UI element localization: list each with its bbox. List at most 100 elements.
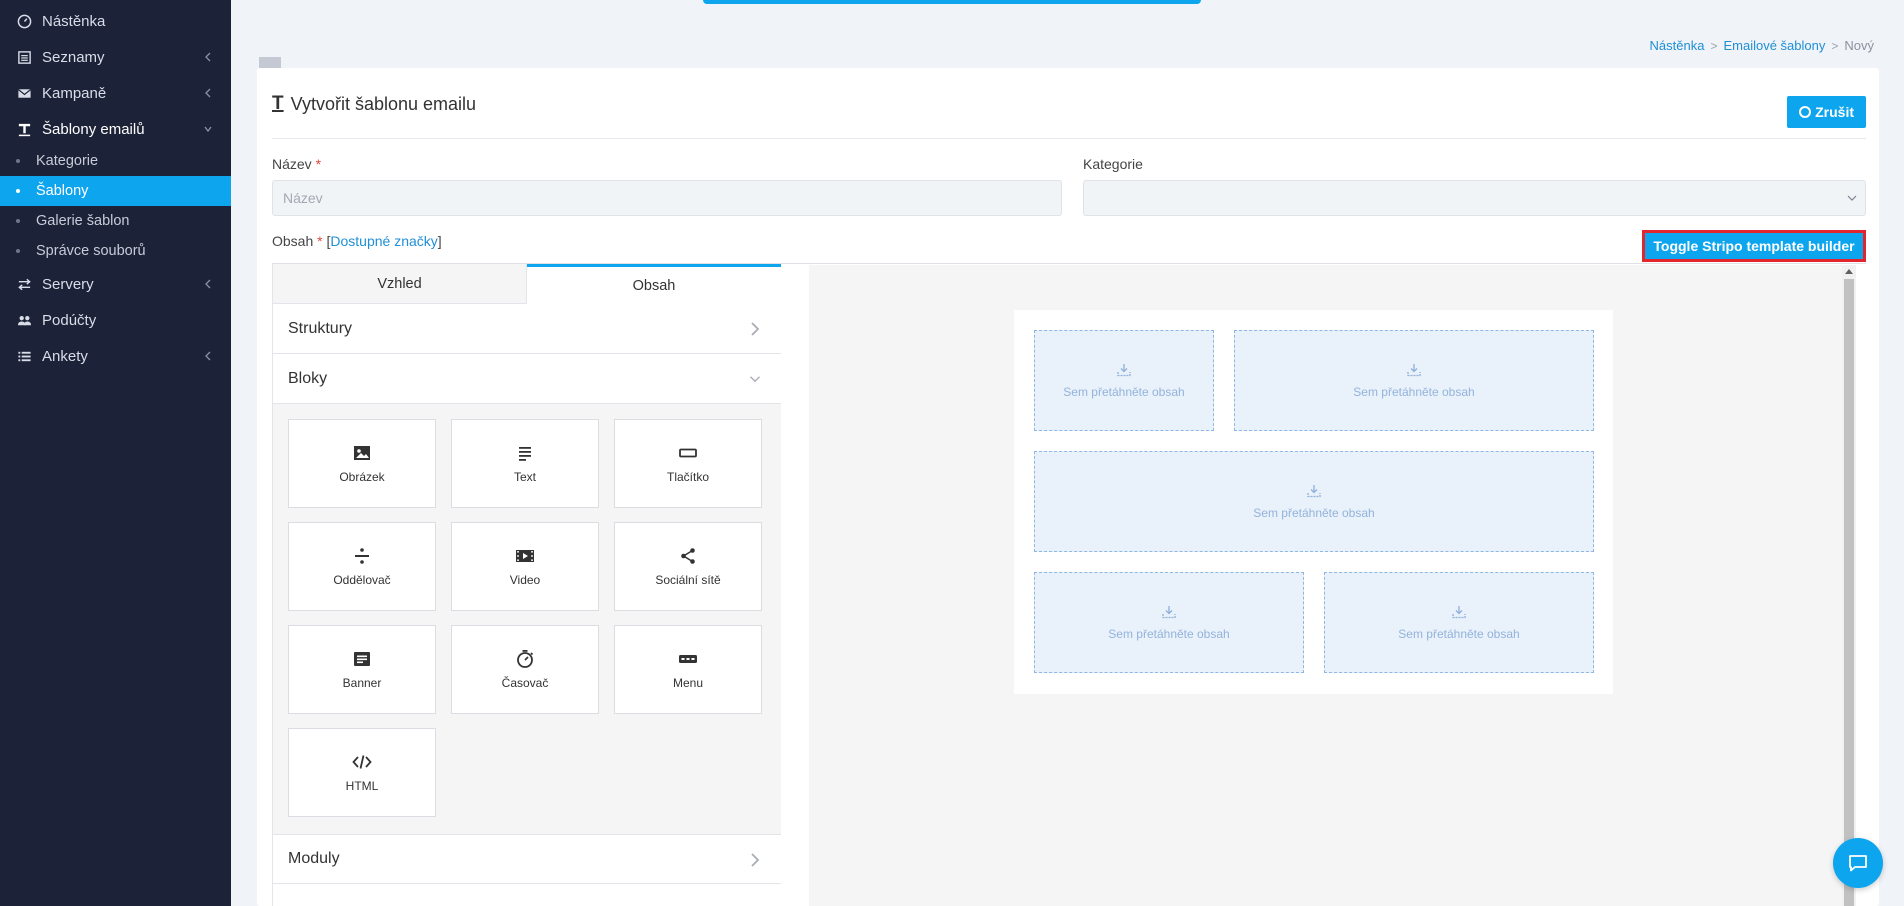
divider-icon — [355, 548, 369, 564]
sidebar-item-campaigns[interactable]: Kampaně — [0, 78, 231, 108]
dashboard-icon — [16, 13, 32, 29]
chevron-left-icon — [205, 279, 211, 289]
download-icon — [1117, 363, 1131, 376]
sidebar-item-dashboard[interactable]: Nástěnka — [0, 6, 231, 36]
drop-zone-label: Sem přetáhněte obsah — [1353, 384, 1475, 399]
sidebar-item-label: Kampaně — [42, 84, 107, 102]
section-label: Bloky — [288, 369, 328, 387]
page-title: T Vytvořit šablonu emailu — [272, 93, 476, 115]
category-label: Kategorie — [1083, 156, 1143, 172]
sidebar-item-label: Nástěnka — [42, 12, 106, 30]
available-tags-link[interactable]: Dostupné značky — [330, 233, 437, 249]
cancel-circle-icon — [1799, 106, 1812, 118]
sidebar-item-lists[interactable]: Seznamy — [0, 42, 231, 72]
drop-zone[interactable]: Sem přetáhněte obsah — [1034, 330, 1214, 431]
block-timer[interactable]: Časovač — [451, 625, 599, 714]
timer-icon — [517, 650, 534, 668]
block-label: Menu — [672, 676, 704, 690]
chevron-down-icon — [750, 376, 760, 383]
block-label: Oddělovač — [333, 573, 391, 587]
download-icon — [1407, 363, 1421, 376]
download-icon — [1452, 605, 1466, 618]
share-icon — [681, 548, 695, 564]
block-banner[interactable]: Banner — [288, 625, 436, 714]
block-label: Sociální sítě — [655, 573, 721, 587]
sidebar-subitem-template-gallery[interactable]: Galerie šablon — [0, 206, 231, 236]
text-format-icon — [16, 121, 32, 137]
drop-zone-label: Sem přetáhněte obsah — [1108, 626, 1230, 641]
drop-zone-label: Sem přetáhněte obsah — [1063, 384, 1185, 399]
email-template-preview: Sem přetáhněte obsah Sem přetáhněte obsa… — [1014, 310, 1613, 694]
banner-icon — [354, 652, 370, 666]
canvas-scrollbar[interactable] — [1842, 265, 1856, 906]
sidebar-item-polls[interactable]: Ankety — [0, 341, 231, 371]
editor-tabs: Vzhled Obsah — [273, 264, 781, 304]
cancel-button-label: Zrušit — [1815, 104, 1854, 120]
block-label: Tlačítko — [666, 470, 709, 484]
drop-zone[interactable]: Sem přetáhněte obsah — [1034, 572, 1304, 673]
block-label: Obrázek — [339, 470, 385, 484]
tab-content[interactable]: Obsah — [527, 264, 781, 304]
sidebar-item-label: Podúčty — [42, 311, 97, 329]
chevron-down-icon — [1847, 195, 1857, 201]
name-input[interactable] — [272, 180, 1062, 216]
sidebar-subitem-categories[interactable]: Kategorie — [0, 146, 231, 176]
list-icon — [16, 49, 32, 65]
breadcrumb-item-email-templates[interactable]: Emailové šablony — [1723, 38, 1825, 53]
block-social[interactable]: Sociální sítě — [614, 522, 762, 611]
download-icon — [1307, 484, 1321, 497]
sidebar-item-servers[interactable]: Servery — [0, 269, 231, 299]
drop-zone[interactable]: Sem přetáhněte obsah — [1324, 572, 1594, 673]
sidebar-item-label: Servery — [42, 275, 94, 293]
toggle-stripo-builder-button[interactable]: Toggle Stripo template builder — [1642, 230, 1866, 262]
sidebar-item-subaccounts[interactable]: Podúčty — [0, 305, 231, 335]
block-menu[interactable]: Menu — [614, 625, 762, 714]
breadcrumb: Nástěnka > Emailové šablony > Nový — [1650, 38, 1874, 53]
block-video[interactable]: Video — [451, 522, 599, 611]
download-icon — [1162, 605, 1176, 618]
bracket-close: ] — [437, 233, 442, 249]
block-image[interactable]: Obrázek — [288, 419, 436, 508]
cancel-button[interactable]: Zrušit — [1787, 96, 1866, 128]
text-format-icon: T — [272, 93, 284, 114]
required-mark: * — [317, 233, 323, 249]
block-text[interactable]: Text — [451, 419, 599, 508]
exchange-icon — [16, 276, 32, 292]
required-mark: * — [315, 156, 322, 172]
category-select[interactable] — [1083, 180, 1866, 216]
sidebar-subitem-templates[interactable]: Šablony — [0, 176, 231, 206]
breadcrumb-item-dashboard[interactable]: Nástěnka — [1650, 38, 1705, 53]
drop-zone-label: Sem přetáhněte obsah — [1398, 626, 1520, 641]
chat-button[interactable] — [1833, 838, 1883, 888]
section-modules[interactable]: Moduly — [273, 834, 781, 884]
email-canvas: Sem přetáhněte obsah Sem přetáhněte obsa… — [809, 265, 1856, 906]
tab-appearance[interactable]: Vzhled — [273, 264, 527, 304]
sidebar-subitem-file-manager[interactable]: Správce souborů — [0, 236, 231, 266]
scrollbar-thumb[interactable] — [1844, 279, 1854, 906]
block-html[interactable]: HTML — [288, 728, 436, 817]
template-form-card: T Vytvořit šablonu emailu Zrušit Název *… — [257, 68, 1879, 906]
chevron-left-icon — [205, 88, 211, 98]
section-blocks[interactable]: Bloky — [273, 354, 781, 404]
text-icon — [519, 447, 531, 461]
name-label: Název * — [272, 156, 321, 172]
block-button[interactable]: Tlačítko — [614, 419, 762, 508]
drop-zone[interactable]: Sem přetáhněte obsah — [1234, 330, 1594, 431]
sidebar: Nástěnka Seznamy Kampaně Šablony emailů … — [0, 0, 231, 906]
bullet-icon — [16, 249, 20, 253]
sidebar-item-label: Ankety — [42, 347, 88, 365]
sidebar-item-label: Šablony emailů — [42, 120, 145, 138]
section-label: Struktury — [288, 319, 353, 337]
block-label: Banner — [342, 676, 382, 690]
chat-icon — [1849, 855, 1867, 872]
block-divider[interactable]: Oddělovač — [288, 522, 436, 611]
users-icon — [16, 312, 32, 328]
section-structures[interactable]: Struktury — [273, 304, 781, 354]
drop-zone[interactable]: Sem přetáhněte obsah — [1034, 451, 1594, 552]
sidebar-item-email-templates[interactable]: Šablony emailů — [0, 114, 231, 144]
sidebar-item-label: Seznamy — [42, 48, 105, 66]
editor-side-panel: Vzhled Obsah Struktury Bloky Obrázek Tex… — [272, 264, 781, 906]
sidebar-subitem-label: Kategorie — [36, 153, 99, 169]
breadcrumb-separator: > — [1831, 38, 1839, 53]
scroll-up-icon[interactable] — [1845, 269, 1853, 274]
